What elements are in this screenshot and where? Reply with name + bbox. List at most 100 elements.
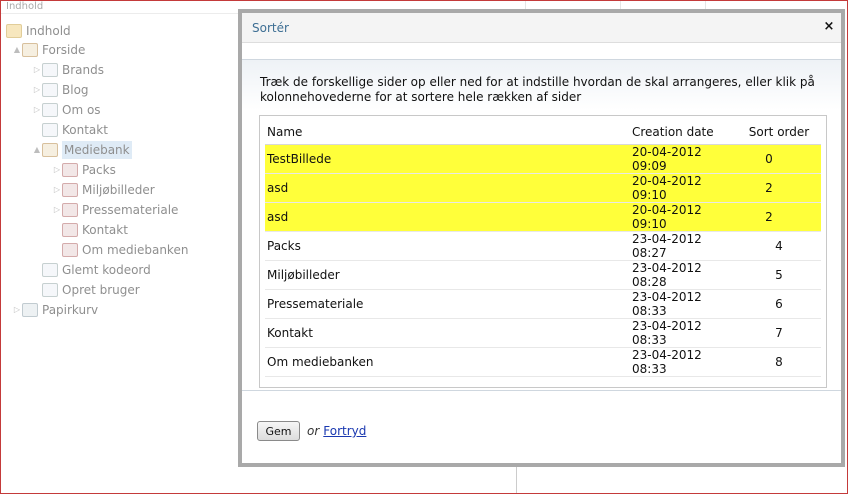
row-date: 20-04-2012 09:10 bbox=[630, 173, 735, 203]
column-header-creation-date[interactable]: Creation date bbox=[630, 120, 735, 145]
page-icon bbox=[42, 263, 58, 277]
save-button[interactable]: Gem bbox=[257, 421, 300, 441]
tree-node-label: Papirkurv bbox=[42, 303, 99, 317]
table-row[interactable]: asd 20-04-2012 09:10 2 bbox=[265, 202, 821, 232]
expand-arrow-icon[interactable]: ▷ bbox=[52, 161, 62, 179]
row-order: 4 bbox=[735, 231, 821, 261]
dialog-titlebar: Sortér × bbox=[242, 13, 841, 43]
cancel-link[interactable]: Fortryd bbox=[323, 424, 366, 438]
tree-node-kontakt[interactable]: Kontakt bbox=[42, 121, 108, 139]
tree-node-opret-bruger[interactable]: Opret bruger bbox=[42, 281, 140, 299]
tree-node-om-mediebanken[interactable]: Om mediebanken bbox=[62, 241, 188, 259]
tree-node-label: Om mediebanken bbox=[82, 243, 189, 257]
table-row[interactable]: Miljøbilleder 23-04-2012 08:28 5 bbox=[265, 260, 821, 290]
sort-dialog: Sortér × Træk de forskellige sider op el… bbox=[238, 9, 845, 467]
table-row[interactable]: Kontakt 23-04-2012 08:33 7 bbox=[265, 318, 821, 348]
expand-arrow-icon[interactable]: ▷ bbox=[52, 181, 62, 199]
tree-node-label: Glemt kodeord bbox=[62, 263, 151, 277]
row-order: 7 bbox=[735, 318, 821, 348]
image-folder-icon bbox=[62, 203, 78, 217]
row-order: 8 bbox=[735, 347, 821, 377]
page-icon bbox=[42, 83, 58, 97]
row-name: Miljøbilleder bbox=[265, 260, 630, 290]
row-order: 5 bbox=[735, 260, 821, 290]
table-row[interactable]: TestBillede 20-04-2012 09:09 0 bbox=[265, 144, 821, 174]
table-row[interactable]: Pressemateriale 23-04-2012 08:33 6 bbox=[265, 289, 821, 319]
tree-node-label: Kontakt bbox=[82, 223, 128, 237]
or-label: or bbox=[307, 424, 320, 438]
expand-arrow-icon[interactable]: ▷ bbox=[12, 301, 22, 319]
tree-node-brands[interactable]: ▷ Brands bbox=[32, 61, 104, 79]
tree-node-om-os[interactable]: ▷ Om os bbox=[32, 101, 101, 119]
tree-node-label: Brands bbox=[62, 63, 104, 77]
row-order: 2 bbox=[735, 202, 821, 232]
image-folder-icon bbox=[62, 163, 78, 177]
tree-node-indhold[interactable]: Indhold bbox=[6, 22, 71, 40]
dialog-footer: Gem or Fortryd bbox=[257, 421, 366, 441]
row-date: 20-04-2012 09:09 bbox=[630, 144, 735, 174]
row-name: Kontakt bbox=[265, 318, 630, 348]
row-name: Packs bbox=[265, 231, 630, 261]
instructions-text: Træk de forskellige sider op eller ned f… bbox=[260, 75, 815, 104]
tree-node-label: Mediebank bbox=[62, 141, 132, 159]
row-date: 23-04-2012 08:33 bbox=[630, 347, 735, 377]
row-name: TestBillede bbox=[265, 144, 630, 174]
tree-node-blog[interactable]: ▷ Blog bbox=[32, 81, 89, 99]
row-date: 23-04-2012 08:28 bbox=[630, 260, 735, 290]
expand-arrow-icon[interactable]: ▷ bbox=[32, 101, 42, 119]
expand-arrow-icon[interactable]: ▷ bbox=[32, 81, 42, 99]
table-row[interactable]: asd 20-04-2012 09:10 2 bbox=[265, 173, 821, 203]
page-icon bbox=[42, 103, 58, 117]
sort-table: Name Creation date Sort order TestBilled… bbox=[265, 120, 821, 377]
expand-arrow-icon[interactable]: ▷ bbox=[52, 201, 62, 219]
tree-node-forside[interactable]: ▲ Forside bbox=[12, 41, 85, 59]
row-date: 23-04-2012 08:27 bbox=[630, 231, 735, 261]
tree-node-kontakt-media[interactable]: Kontakt bbox=[62, 221, 128, 239]
page-icon bbox=[42, 63, 58, 77]
folder-icon bbox=[6, 24, 22, 38]
row-date: 20-04-2012 09:10 bbox=[630, 202, 735, 232]
column-header-sort-order[interactable]: Sort order bbox=[735, 120, 821, 145]
tree-node-glemt-kodeord[interactable]: Glemt kodeord bbox=[42, 261, 151, 279]
image-folder-icon bbox=[62, 223, 78, 237]
table-row[interactable]: Om mediebanken 23-04-2012 08:33 8 bbox=[265, 347, 821, 377]
tree-header: Indhold bbox=[0, 0, 245, 14]
row-name: Om mediebanken bbox=[265, 347, 630, 377]
home-icon bbox=[42, 143, 58, 157]
row-order: 2 bbox=[735, 173, 821, 203]
tree-node-label: Pressemateriale bbox=[82, 203, 179, 217]
tree-node-label: Packs bbox=[82, 163, 116, 177]
tree-node-label: Indhold bbox=[26, 24, 71, 38]
row-date: 23-04-2012 08:33 bbox=[630, 318, 735, 348]
row-name: asd bbox=[265, 173, 630, 203]
row-date: 23-04-2012 08:33 bbox=[630, 289, 735, 319]
tree-node-label: Om os bbox=[62, 103, 101, 117]
tree-node-label: Miljøbilleder bbox=[82, 183, 155, 197]
page-icon bbox=[42, 283, 58, 297]
expand-arrow-icon[interactable]: ▷ bbox=[32, 61, 42, 79]
row-name: asd bbox=[265, 202, 630, 232]
trash-icon bbox=[22, 303, 38, 317]
tree-node-mediebank[interactable]: ▲ Mediebank bbox=[32, 141, 132, 159]
tree-node-packs[interactable]: ▷ Packs bbox=[52, 161, 116, 179]
content-tree-panel: Indhold Indhold ▲ Forside ▷ Brands ▷ Blo… bbox=[0, 0, 245, 494]
image-folder-icon bbox=[62, 183, 78, 197]
tree-node-label: Forside bbox=[42, 43, 86, 57]
column-header-name[interactable]: Name bbox=[265, 120, 630, 145]
dialog-title: Sortér bbox=[252, 21, 289, 35]
tree-node-pressemateriale[interactable]: ▷ Pressemateriale bbox=[52, 201, 178, 219]
image-folder-icon bbox=[62, 243, 78, 257]
table-header-row: Name Creation date Sort order bbox=[265, 120, 821, 145]
tree-node-label: Opret bruger bbox=[62, 283, 140, 297]
table-row[interactable]: Packs 23-04-2012 08:27 4 bbox=[265, 231, 821, 261]
tree-node-label: Kontakt bbox=[62, 123, 108, 137]
page-icon bbox=[42, 123, 58, 137]
tree-node-label: Blog bbox=[62, 83, 89, 97]
row-order: 0 bbox=[735, 144, 821, 174]
expand-arrow-icon[interactable]: ▲ bbox=[12, 41, 22, 59]
tree-node-papirkurv[interactable]: ▷ Papirkurv bbox=[12, 301, 98, 319]
tree-node-miljobilleder[interactable]: ▷ Miljøbilleder bbox=[52, 181, 155, 199]
close-icon[interactable]: × bbox=[821, 19, 837, 35]
expand-arrow-icon[interactable]: ▲ bbox=[32, 141, 42, 159]
dialog-body: Træk de forskellige sider op eller ned f… bbox=[242, 59, 841, 391]
